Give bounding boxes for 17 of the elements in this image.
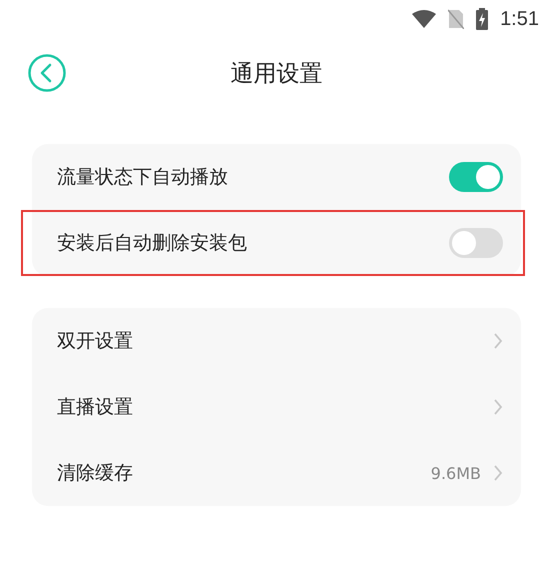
battery-charging-icon <box>476 8 488 30</box>
wifi-icon <box>412 10 436 28</box>
no-sim-icon <box>448 9 464 29</box>
setting-label: 安装后自动删除安装包 <box>57 231 248 256</box>
chevron-right-icon[interactable] <box>493 398 503 416</box>
setting-label: 直播设置 <box>57 395 134 420</box>
setting-label: 双开设置 <box>57 329 134 354</box>
page-title: 通用设置 <box>230 60 322 88</box>
setting-label: 清除缓存 <box>57 461 134 486</box>
toggle-switch[interactable] <box>449 228 503 258</box>
setting-label: 流量状态下自动播放 <box>57 165 229 190</box>
setting-value: 9.6MB <box>430 464 481 482</box>
chevron-right-icon[interactable] <box>493 332 503 350</box>
toggle-switch[interactable] <box>449 162 503 192</box>
back-icon[interactable] <box>27 53 67 93</box>
status-time: 1:51 <box>500 8 539 30</box>
chevron-right-icon[interactable] <box>493 464 503 482</box>
